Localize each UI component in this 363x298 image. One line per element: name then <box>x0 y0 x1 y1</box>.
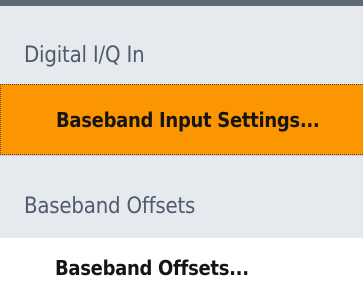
section-header-baseband-offsets: Baseband Offsets <box>0 156 363 238</box>
baseband-input-settings-button[interactable]: Baseband Input Settings... <box>0 84 363 155</box>
section-title: Digital I/Q In <box>24 42 145 68</box>
menu-item-label: Baseband Input Settings... <box>56 107 320 132</box>
baseband-offsets-button[interactable]: Baseband Offsets... <box>0 238 363 298</box>
menu-item-label: Baseband Offsets... <box>55 256 249 280</box>
section-title: Baseband Offsets <box>24 193 196 219</box>
section-header-digital-iq-in: Digital I/Q In <box>0 6 363 84</box>
settings-menu-panel: Digital I/Q In Baseband Input Settings..… <box>0 0 363 298</box>
